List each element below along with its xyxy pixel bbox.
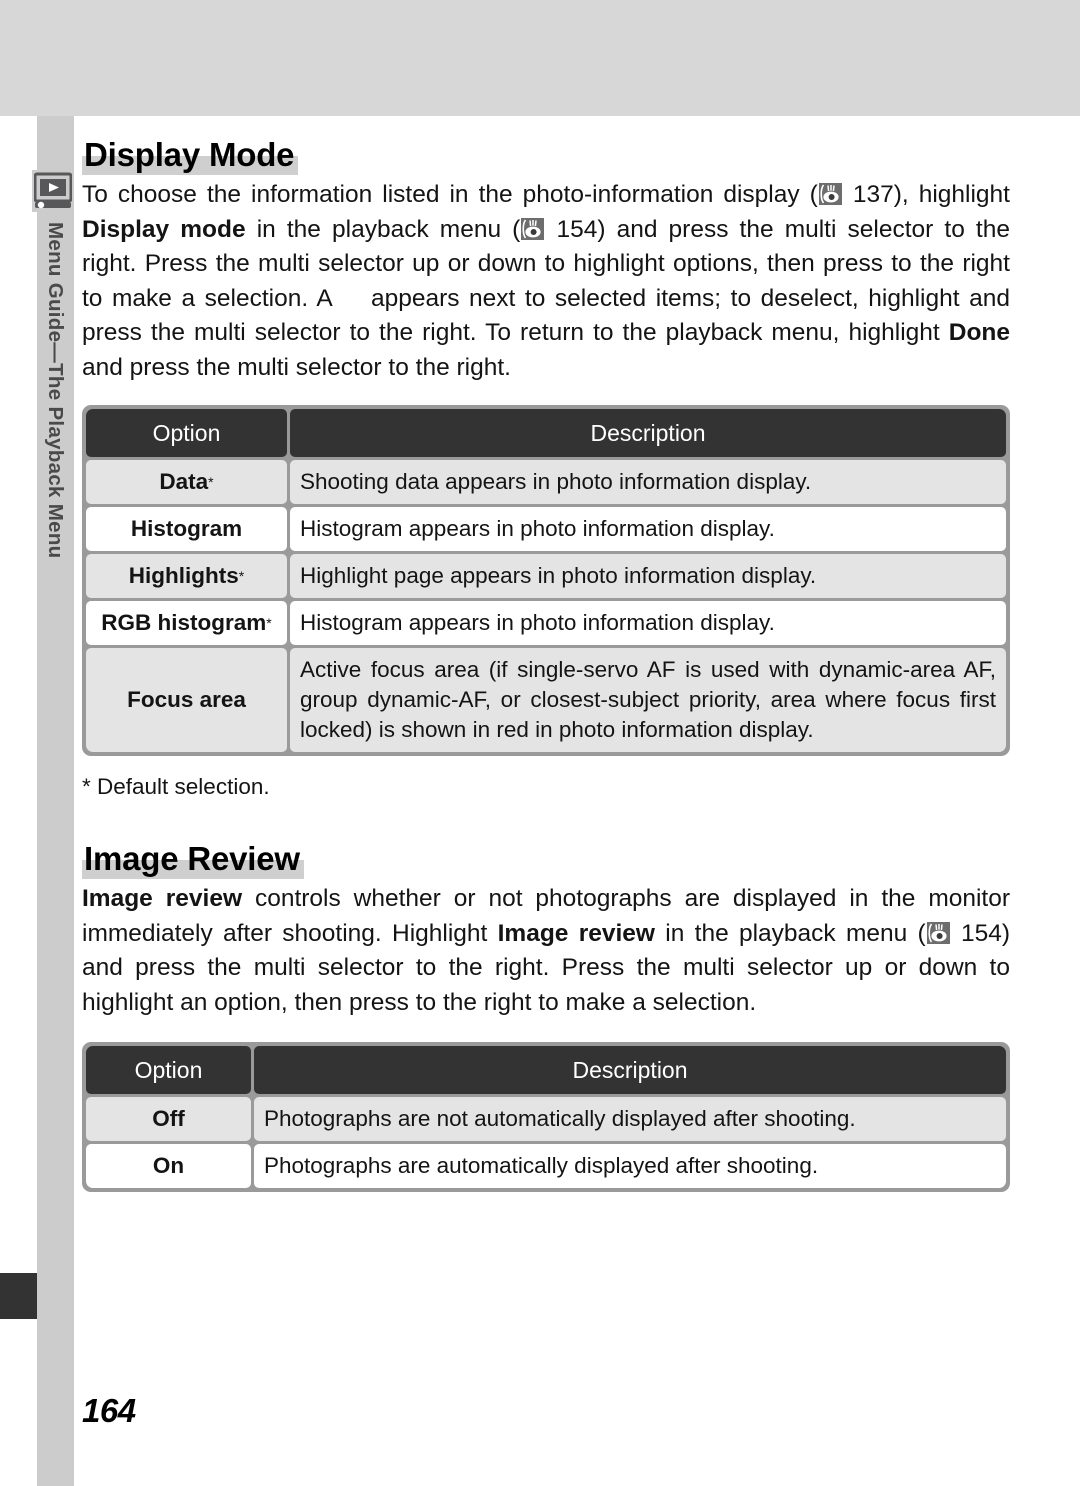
emphasis-term: Display mode [82, 215, 246, 243]
eye-reference-icon [818, 183, 842, 205]
cell-description: Histogram appears in photo information d… [290, 507, 1006, 551]
table-row: Highlights * Highlight page appears in pho… [86, 554, 1006, 598]
table-row: Off Photographs are not automatically dis… [86, 1097, 1006, 1141]
checkmark-glyph [341, 287, 371, 309]
cell-option: Data * [86, 460, 287, 504]
playback-monitor-icon [32, 170, 74, 212]
cell-description: Active focus area (if single-servo AF is… [290, 648, 1006, 752]
table-row: RGB histogram * Histogram appears in photo… [86, 601, 1006, 645]
table-row: Focus area Active focus area (if single-s… [86, 648, 1006, 752]
eye-reference-icon [926, 921, 950, 944]
top-banner [0, 0, 1080, 116]
default-selection-marker: * [266, 615, 272, 631]
cell-description: Photographs are not automatically displa… [254, 1097, 1006, 1141]
chapter-thumb-tab [0, 1273, 37, 1319]
emphasis-term: Image review [497, 919, 655, 947]
column-header-option: Option [86, 409, 287, 457]
heading-display-mode: Display Mode [82, 138, 299, 175]
table-row: On Photographs are automatically displaye… [86, 1144, 1006, 1188]
default-selection-marker: * [208, 474, 214, 490]
cell-option: Highlights * [86, 554, 287, 598]
page-number: 164 [82, 1392, 136, 1429]
chapter-side-label: Menu Guide—The Playback Menu [44, 222, 67, 559]
cell-description: Photographs are automatically displayed … [254, 1144, 1006, 1188]
cell-description: Shooting data appears in photo informati… [290, 460, 1006, 504]
table-display-mode-options: Option Description Data * Shooting data appe… [82, 405, 1010, 756]
cell-option: Off [86, 1097, 251, 1141]
cell-description: Highlight page appears in photo informat… [290, 554, 1006, 598]
table-header-row: Option Description [86, 1046, 1006, 1094]
document-page: Menu Guide—The Playback Menu Display Mod… [0, 0, 1080, 1486]
table-row: Histogram Histogram appears in photo info… [86, 507, 1006, 551]
emphasis-term: Done [948, 319, 1010, 346]
cell-option: Focus area [86, 648, 287, 752]
cell-description: Histogram appears in photo information d… [290, 601, 1006, 645]
body-paragraph-display-mode: To choose the information listed in the … [82, 181, 1010, 381]
column-header-description: Description [254, 1046, 1006, 1094]
emphasis-term: Image review [82, 885, 243, 912]
cell-option: Histogram [86, 507, 287, 551]
column-header-description: Description [290, 409, 1006, 457]
table-image-review-options: Option Description Off Photographs are not … [82, 1042, 1010, 1192]
default-selection-marker: * [238, 568, 245, 584]
page-content: Display Mode To choose the information l… [82, 116, 1010, 1192]
heading-image-review: Image Review [82, 842, 304, 879]
section-display-mode: Display Mode To choose the information l… [82, 138, 1010, 800]
column-header-option: Option [86, 1046, 251, 1094]
chapter-side-label-wrap: Menu Guide—The Playback Menu [37, 222, 74, 682]
table-header-row: Option Description [86, 409, 1006, 457]
cell-option: On [86, 1144, 251, 1188]
footnote-default-selection: * Default selection. [82, 774, 270, 799]
section-image-review: Image Review Image review controls wheth… [82, 842, 1010, 1192]
table-row: Data * Shooting data appears in photo info… [86, 460, 1006, 504]
cell-option: RGB histogram * [86, 601, 287, 645]
eye-reference-icon [521, 217, 545, 240]
body-paragraph-image-review: Image review controls whether or not pho… [82, 885, 1011, 1016]
